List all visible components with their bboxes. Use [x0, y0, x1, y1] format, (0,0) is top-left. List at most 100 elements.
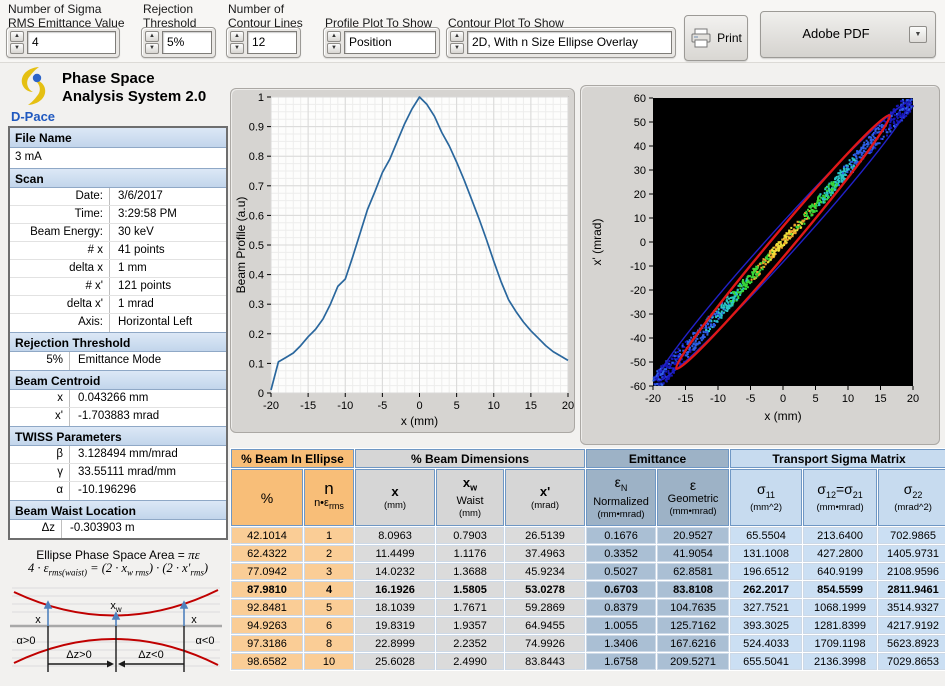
spin-down-icon[interactable]: ▼ — [145, 43, 159, 54]
contour-plot-spin-buttons: ▲ ▼ — [450, 31, 464, 54]
info-row: Beam Energy:30 keV — [10, 224, 226, 242]
table-cell: 59.2869 — [505, 599, 585, 616]
contour-plot-select[interactable]: ▲ ▼ 2D, With n Size Ellipse Overlay — [446, 27, 676, 58]
table-cell: 98.6582 — [231, 653, 303, 670]
spin-down-icon[interactable]: ▼ — [10, 43, 24, 54]
sigma-value-field[interactable]: 4 — [27, 31, 116, 54]
table-cell: 77.0942 — [231, 563, 303, 580]
svg-text:-5: -5 — [746, 393, 756, 405]
table-cell: 0.8379 — [586, 599, 656, 616]
rejection-spin-buttons: ▲ ▼ — [145, 31, 159, 54]
print-button-label: Print — [717, 31, 742, 45]
spin-up-icon[interactable]: ▲ — [10, 31, 24, 42]
rejection-spinner[interactable]: ▲ ▼ 5% — [141, 27, 216, 58]
spin-down-icon[interactable]: ▼ — [450, 43, 464, 54]
info-row-value: 1 mm — [110, 260, 226, 277]
table-cell: 87.9810 — [231, 581, 303, 598]
svg-text:-10: -10 — [710, 393, 726, 405]
table-cell: 0.7903 — [436, 527, 504, 544]
table-cell: 0.5027 — [586, 563, 656, 580]
info-panel: File Name 3 mA Scan Date:3/6/2017Time:3:… — [8, 126, 228, 540]
svg-text:0.4: 0.4 — [249, 270, 264, 282]
rejection-value-field[interactable]: 5% — [162, 31, 212, 54]
svg-text:0.8: 0.8 — [249, 151, 264, 163]
col-sigma11: σ11(mm^2) — [730, 469, 802, 526]
x-waist-label: xw — [110, 600, 122, 614]
spin-up-icon[interactable]: ▲ — [145, 31, 159, 42]
svg-text:5: 5 — [812, 393, 818, 405]
table-cell: 655.5041 — [730, 653, 802, 670]
table-cell: 1.1176 — [436, 545, 504, 562]
rejection-rows: 5%Emittance Mode — [10, 352, 226, 370]
svg-text:0: 0 — [258, 388, 264, 400]
table-cell: 1405.9731 — [878, 545, 945, 562]
svg-text:50: 50 — [634, 117, 646, 129]
contour-plot-label: Contour Plot To Show — [448, 2, 564, 30]
svg-text:0.5: 0.5 — [249, 240, 264, 252]
spin-up-icon[interactable]: ▲ — [450, 31, 464, 42]
info-row-label: γ — [10, 464, 70, 481]
dpace-logo-icon — [12, 66, 58, 108]
info-row-value: -1.703883 mrad — [70, 408, 226, 426]
table-cell: 26.5139 — [505, 527, 585, 544]
svg-text:-10: -10 — [630, 261, 646, 273]
table-cell: 0.3352 — [586, 545, 656, 562]
contour-lines-spin-buttons: ▲ ▼ — [230, 31, 244, 54]
svg-text:10: 10 — [842, 393, 854, 405]
twiss-rows: β3.128494 mm/mradγ33.55111 mrad/mmα-10.1… — [10, 446, 226, 500]
svg-text:20: 20 — [562, 400, 574, 412]
table-cell: 1.3688 — [436, 563, 504, 580]
svg-text:20: 20 — [634, 189, 646, 201]
table-cell: 131.1008 — [730, 545, 802, 562]
table-cell: 19.8319 — [355, 617, 435, 634]
contour-plot-value-field[interactable]: 2D, With n Size Ellipse Overlay — [467, 31, 672, 54]
col-emittance-normalized: εNNormalized(mm•mrad) — [586, 469, 656, 526]
table-cell: 8 — [304, 635, 354, 652]
col-x-waist: xwWaist(mm) — [436, 469, 504, 526]
info-row: α-10.196296 — [10, 482, 226, 500]
spin-up-icon[interactable]: ▲ — [327, 31, 341, 42]
print-button[interactable]: Print — [684, 15, 748, 61]
spin-down-icon[interactable]: ▼ — [327, 43, 341, 54]
table-cell: 8.0963 — [355, 527, 435, 544]
col-percent: % — [231, 469, 303, 526]
table-cell: 327.7521 — [730, 599, 802, 616]
svg-text:Beam Profile (a.u): Beam Profile (a.u) — [234, 197, 248, 294]
spin-up-icon[interactable]: ▲ — [230, 31, 244, 42]
svg-text:0.6: 0.6 — [249, 210, 264, 222]
contour-lines-value-field[interactable]: 12 — [247, 31, 297, 54]
results-table: % Beam In Ellipse % Beam Dimensions Emit… — [230, 448, 942, 671]
table-cell: 125.7162 — [657, 617, 729, 634]
sigma-label: Number of Sigma RMS Emittance Value — [8, 2, 125, 30]
table-cell: 16.1926 — [355, 581, 435, 598]
spin-down-icon[interactable]: ▼ — [230, 43, 244, 54]
info-row-value: 41 points — [110, 242, 226, 259]
phase-space-app-window: Number of Sigma RMS Emittance Value ▲ ▼ … — [0, 0, 945, 686]
table-cell: 196.6512 — [730, 563, 802, 580]
svg-text:0.2: 0.2 — [249, 329, 264, 341]
contour-plot-select-group: Contour Plot To Show — [448, 2, 564, 30]
adobe-pdf-button[interactable]: Adobe PDF ▼ — [760, 11, 936, 58]
x-right-label: x — [191, 614, 197, 626]
info-row: γ33.55111 mrad/mm — [10, 464, 226, 482]
sigma-spin-buttons: ▲ ▼ — [10, 31, 24, 54]
file-name-header: File Name — [10, 128, 226, 148]
adobe-pdf-label: Adobe PDF — [761, 26, 911, 41]
phase-space-contour-graph: -20-15-10-505101520-60-50-40-30-20-10010… — [580, 85, 940, 445]
profile-plot-value-field[interactable]: Position — [344, 31, 436, 54]
rejection-threshold-header: Rejection Threshold — [10, 332, 226, 352]
table-row: 94.9263619.83191.935764.94551.0055125.71… — [231, 617, 945, 634]
table-cell: 640.9199 — [803, 563, 877, 580]
dropdown-arrow-icon[interactable]: ▼ — [909, 26, 927, 43]
table-cell: 393.3025 — [730, 617, 802, 634]
table-cell: 14.0232 — [355, 563, 435, 580]
svg-text:0.3: 0.3 — [249, 299, 264, 311]
contour-lines-spinner[interactable]: ▲ ▼ 12 — [226, 27, 301, 58]
table-cell: 1 — [304, 527, 354, 544]
table-cell: 167.6216 — [657, 635, 729, 652]
sigma-spinner[interactable]: ▲ ▼ 4 — [6, 27, 120, 58]
beam-waist-location-header: Beam Waist Location — [10, 500, 226, 520]
profile-plot-select[interactable]: ▲ ▼ Position — [323, 27, 440, 58]
table-cell: 2136.3998 — [803, 653, 877, 670]
table-row: 87.9810416.19261.580553.02780.670383.810… — [231, 581, 945, 598]
